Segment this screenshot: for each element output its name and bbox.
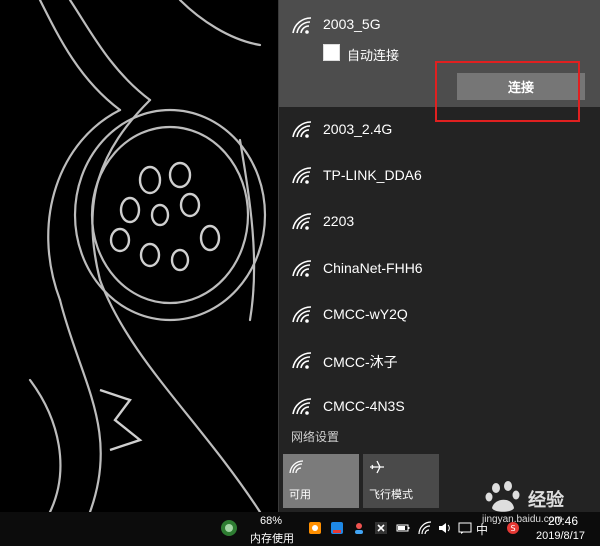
network-item[interactable]: CMCC-wY2Q xyxy=(279,292,600,336)
wifi-toggle-tile[interactable]: 可用 xyxy=(283,454,359,508)
network-name: 2003_2.4G xyxy=(323,121,393,137)
notification-icon[interactable] xyxy=(458,521,472,535)
network-name: 2203 xyxy=(323,213,355,229)
baidu-paw-icon xyxy=(485,481,520,512)
network-item[interactable]: CMCC-4N3S xyxy=(279,384,600,428)
wifi-signal-icon xyxy=(292,121,312,138)
wifi-tile-label: 可用 xyxy=(289,489,311,501)
baidu-watermark: 经验 jingyan.baidu.com xyxy=(480,478,600,525)
user-icon[interactable] xyxy=(352,521,366,535)
memory-label: 内存使用 xyxy=(250,533,294,545)
ie-icon[interactable] xyxy=(330,521,344,535)
network-name: TP-LINK_DDA6 xyxy=(323,167,422,183)
watermark-text: 经验 xyxy=(528,490,564,510)
wifi-signal-icon xyxy=(292,260,312,277)
volume-icon[interactable] xyxy=(438,521,452,535)
wifi-signal-icon xyxy=(292,306,312,323)
network-item-expanded[interactable]: 2003_5G 自动连接 连接 xyxy=(279,0,600,122)
network-name: 2003_5G xyxy=(323,16,381,32)
network-item[interactable]: 2203 xyxy=(279,199,600,243)
memory-ball-icon[interactable] xyxy=(220,519,238,537)
network-name: CMCC-wY2Q xyxy=(323,306,408,322)
airplane-mode-tile[interactable]: 飞行模式 xyxy=(363,454,439,508)
wifi-signal-icon xyxy=(292,213,312,230)
network-settings-link[interactable]: 网络设置 xyxy=(291,428,339,445)
network-name: ChinaNet-FHH6 xyxy=(323,260,423,276)
network-name: CMCC-4N3S xyxy=(323,398,405,414)
watermark-url: jingyan.baidu.com xyxy=(482,514,563,525)
network-item[interactable]: 2003_2.4G xyxy=(279,107,600,151)
wifi-signal-icon xyxy=(292,398,312,415)
airplane-tile-label: 飞行模式 xyxy=(369,489,413,501)
close-icon[interactable] xyxy=(374,521,388,535)
network-item[interactable]: CMCC-沐子 xyxy=(279,338,600,382)
airplane-icon xyxy=(370,460,384,474)
network-name: CMCC-沐子 xyxy=(323,354,398,370)
memory-percent: 68% xyxy=(260,515,283,527)
wifi-icon xyxy=(289,460,304,474)
clock-date[interactable]: 2019/8/17 xyxy=(536,530,585,542)
svg-text:S: S xyxy=(510,524,515,533)
wifi-signal-icon xyxy=(292,352,312,369)
battery-icon[interactable] xyxy=(396,521,410,535)
wifi-signal-icon xyxy=(292,167,312,184)
wifi-icon[interactable] xyxy=(418,521,432,535)
wifi-signal-icon xyxy=(292,17,312,34)
network-item[interactable]: ChinaNet-FHH6 xyxy=(279,246,600,290)
wifi-flyout: 2003_5G 自动连接 连接 2003_2.4G TP-LINK_DDA6 2… xyxy=(278,0,600,512)
network-item[interactable]: TP-LINK_DDA6 xyxy=(279,153,600,197)
browser-icon[interactable] xyxy=(308,521,322,535)
auto-connect-checkbox[interactable] xyxy=(323,44,340,61)
auto-connect-label: 自动连接 xyxy=(347,48,400,63)
